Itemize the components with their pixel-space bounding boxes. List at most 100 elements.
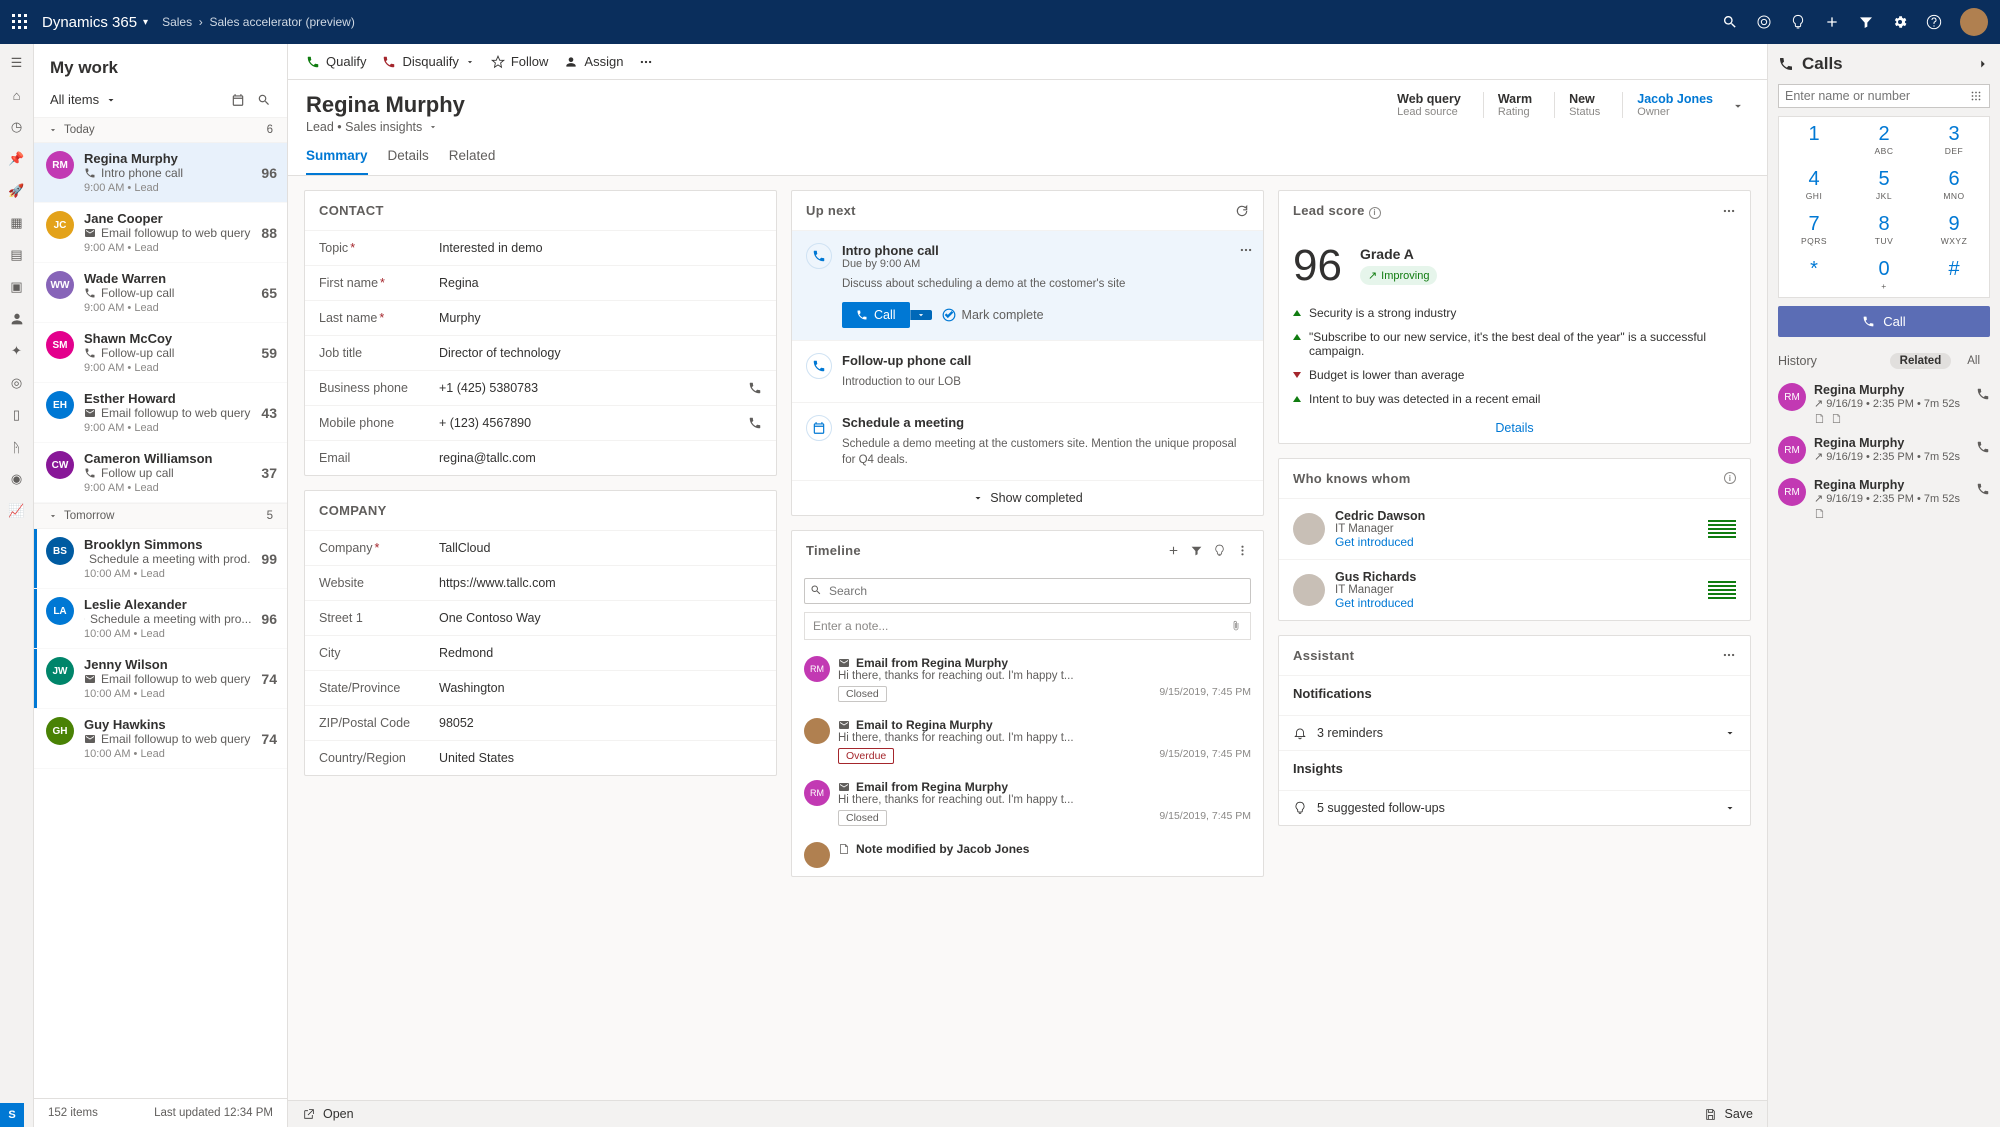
search-icon[interactable]	[1722, 14, 1738, 30]
save-button[interactable]: Save	[1704, 1107, 1754, 1121]
leadscore-details-link[interactable]: Details	[1293, 411, 1736, 439]
dial-key-3[interactable]: 3DEF	[1919, 117, 1989, 162]
dial-key-7[interactable]: 7PQRS	[1779, 207, 1849, 252]
disqualify-button[interactable]: Disqualify	[382, 54, 474, 69]
upnext-item[interactable]: Schedule a meeting Schedule a demo meeti…	[792, 402, 1263, 480]
call-button[interactable]: Call	[842, 302, 910, 328]
open-button[interactable]: Open	[302, 1107, 354, 1121]
activities-icon[interactable]: ▤	[8, 246, 26, 264]
call-back-icon[interactable]	[1976, 482, 1990, 496]
upnext-item[interactable]: Intro phone call Due by 9:00 AM Discuss …	[792, 230, 1263, 340]
street-field[interactable]: One Contoso Way	[439, 611, 762, 625]
more-commands[interactable]	[639, 55, 653, 69]
qualify-button[interactable]: Qualify	[306, 54, 366, 69]
get-introduced-link[interactable]: Get introduced	[1335, 535, 1698, 549]
tab-details[interactable]: Details	[388, 148, 429, 175]
jobtitle-field[interactable]: Director of technology	[439, 346, 762, 360]
city-field[interactable]: Redmond	[439, 646, 762, 660]
work-filter-dropdown[interactable]: All items	[50, 92, 117, 107]
follow-button[interactable]: Follow	[491, 54, 549, 69]
email-field[interactable]: regina@tallc.com	[439, 451, 762, 465]
work-item[interactable]: EH Esther Howard Email followup to web q…	[34, 383, 287, 443]
work-item[interactable]: JW Jenny Wilson Email followup to web qu…	[34, 649, 287, 709]
assign-button[interactable]: Assign	[564, 54, 623, 69]
attach-icon[interactable]	[1230, 620, 1242, 632]
timeline-item[interactable]: Email to Regina Murphy Hi there, thanks …	[792, 710, 1263, 772]
forecasts-icon[interactable]: ▯	[8, 406, 26, 424]
info-icon[interactable]: i	[1724, 472, 1736, 484]
bulb-icon[interactable]	[1790, 14, 1806, 30]
dialpad-icon[interactable]	[1969, 89, 1983, 103]
work-item[interactable]: CW Cameron Williamson Follow up call 9:0…	[34, 443, 287, 503]
timeline-item[interactable]: RM Email from Regina Murphy Hi there, th…	[792, 648, 1263, 710]
recent-icon[interactable]: ◷	[8, 118, 26, 136]
firstname-field[interactable]: Regina	[439, 276, 762, 290]
help-icon[interactable]	[1926, 14, 1942, 30]
mobphone-field[interactable]: + (123) 4567890	[439, 416, 748, 430]
upnext-more-icon[interactable]	[1239, 241, 1253, 257]
call-mob-icon[interactable]	[748, 416, 762, 430]
chevron-right-icon[interactable]	[1976, 57, 1990, 71]
show-completed[interactable]: Show completed	[792, 480, 1263, 515]
work-item[interactable]: SM Shawn McCoy Follow-up call 9:00 AM • …	[34, 323, 287, 383]
dashboards-icon[interactable]: ▦	[8, 214, 26, 232]
dial-key-#[interactable]: #	[1919, 252, 1989, 297]
timeline-filter-icon[interactable]	[1190, 544, 1203, 557]
app-launcher-icon[interactable]	[12, 14, 28, 30]
contacts-icon[interactable]	[8, 310, 26, 328]
leadscore-more-icon[interactable]	[1722, 204, 1736, 218]
tab-summary[interactable]: Summary	[306, 148, 368, 175]
work-group-header[interactable]: Tomorrow5	[34, 503, 287, 529]
dial-key-5[interactable]: 5JKL	[1849, 162, 1919, 207]
history-item[interactable]: RM Regina Murphy ↗ 9/16/19 • 2:35 PM • 7…	[1778, 377, 1990, 430]
opportunities-icon[interactable]: ◎	[8, 374, 26, 392]
pinned-icon[interactable]: 📌	[8, 150, 26, 168]
timeline-more-icon[interactable]	[1236, 544, 1249, 557]
refresh-icon[interactable]	[1235, 204, 1249, 218]
timeline-search-input[interactable]	[804, 578, 1251, 604]
brand[interactable]: Dynamics 365▾	[42, 14, 148, 31]
target-icon[interactable]	[1756, 14, 1772, 30]
dial-input[interactable]	[1785, 89, 1969, 103]
reminders-row[interactable]: 3 reminders	[1279, 715, 1750, 750]
followups-row[interactable]: 5 suggested follow-ups	[1279, 790, 1750, 825]
lastname-field[interactable]: Murphy	[439, 311, 762, 325]
area-switcher[interactable]: S	[0, 1103, 24, 1127]
mark-complete[interactable]: Mark complete	[942, 308, 1044, 322]
header-expand[interactable]	[1727, 93, 1749, 117]
dial-key-9[interactable]: 9WXYZ	[1919, 207, 1989, 252]
home-icon[interactable]: ⌂	[8, 86, 26, 104]
timeline-item[interactable]: Note modified by Jacob Jones	[792, 834, 1263, 876]
work-item[interactable]: WW Wade Warren Follow-up call 9:00 AM • …	[34, 263, 287, 323]
record-subtitle[interactable]: Lead • Sales insights	[306, 120, 465, 134]
work-item[interactable]: RM Regina Murphy Intro phone call 9:00 A…	[34, 143, 287, 203]
accounts-icon[interactable]: ▣	[8, 278, 26, 296]
analytics-icon[interactable]: 📈	[8, 502, 26, 520]
get-introduced-link[interactable]: Get introduced	[1335, 596, 1698, 610]
call-back-icon[interactable]	[1976, 440, 1990, 454]
dial-key-0[interactable]: 0+	[1849, 252, 1919, 297]
history-item[interactable]: RM Regina Murphy ↗ 9/16/19 • 2:35 PM • 7…	[1778, 472, 1990, 525]
tab-related[interactable]: Related	[449, 148, 496, 175]
call-button[interactable]: Call	[1778, 306, 1990, 337]
history-tab-all[interactable]: All	[1957, 353, 1990, 369]
dial-key-*[interactable]: *	[1779, 252, 1849, 297]
leads-icon[interactable]: ✦	[8, 342, 26, 360]
bizphone-field[interactable]: +1 (425) 5380783	[439, 381, 748, 395]
work-item[interactable]: BS Brooklyn Simmons Schedule a meeting w…	[34, 529, 287, 589]
call-back-icon[interactable]	[1976, 387, 1990, 401]
owner-link[interactable]: Jacob Jones	[1637, 92, 1713, 106]
dial-key-6[interactable]: 6MNO	[1919, 162, 1989, 207]
info-icon[interactable]: i	[1369, 207, 1381, 219]
accelerator-icon[interactable]: 🚀	[8, 182, 26, 200]
filter-icon[interactable]	[1858, 14, 1874, 30]
user-avatar[interactable]	[1960, 8, 1988, 36]
history-tab-related[interactable]: Related	[1890, 353, 1952, 369]
timeline-bulb-icon[interactable]	[1213, 544, 1226, 557]
state-field[interactable]: Washington	[439, 681, 762, 695]
upnext-item[interactable]: Follow-up phone call Introduction to our…	[792, 340, 1263, 402]
work-item[interactable]: GH Guy Hawkins Email followup to web que…	[34, 709, 287, 769]
company-field[interactable]: TallCloud	[439, 541, 762, 555]
timeline-add-icon[interactable]	[1167, 544, 1180, 557]
assistant-more-icon[interactable]	[1722, 648, 1736, 662]
